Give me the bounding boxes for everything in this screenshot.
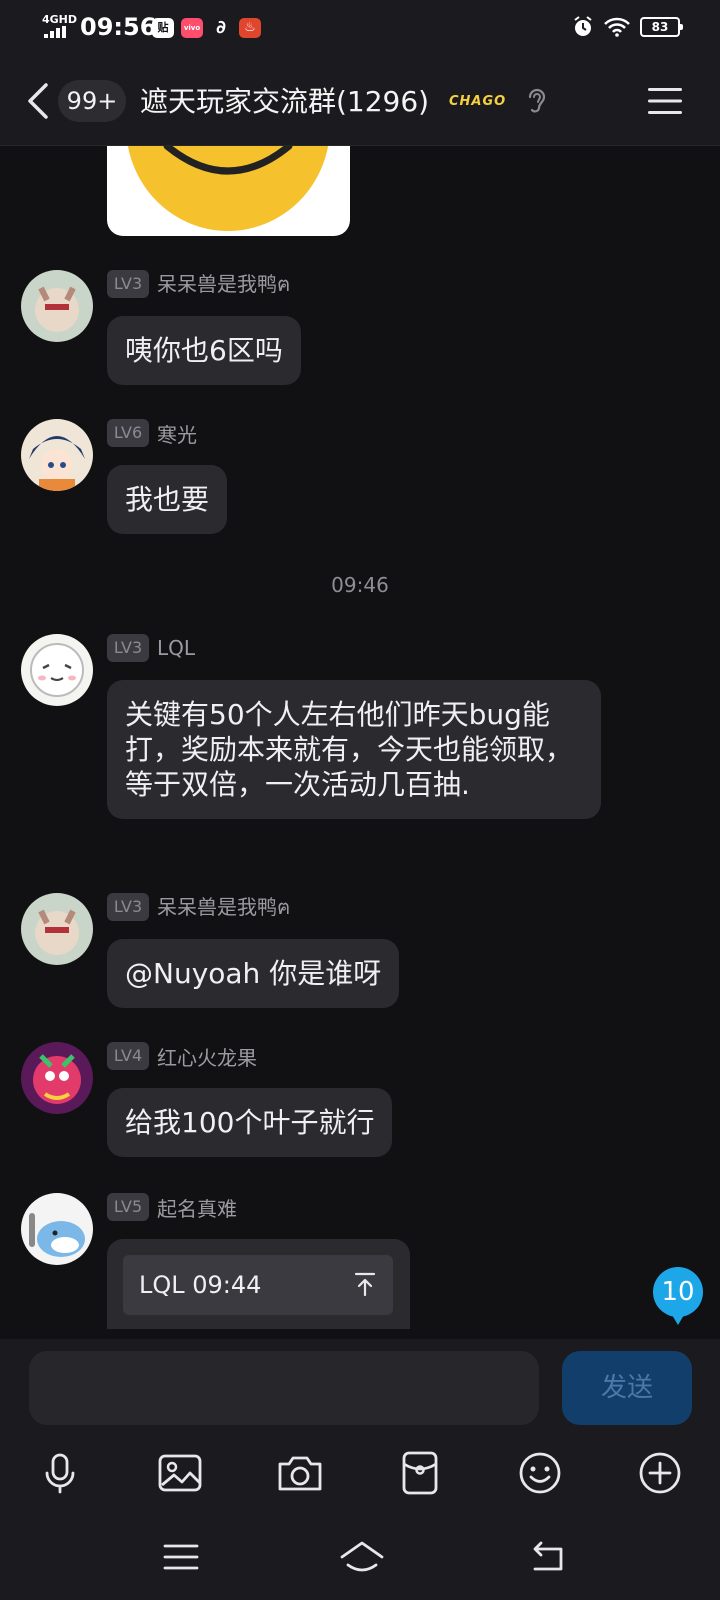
avatar[interactable] xyxy=(21,270,93,342)
status-bar: 4GHD 09:56 贴 vivo ∂ ♨ 83 xyxy=(0,0,720,56)
message-input[interactable] xyxy=(29,1351,539,1425)
input-panel: 发送 xyxy=(0,1339,720,1600)
avatar[interactable] xyxy=(21,1042,93,1114)
camera-icon[interactable] xyxy=(274,1447,326,1499)
sender-name[interactable]: 寒光 xyxy=(157,419,197,448)
new-messages-badge[interactable]: 10 xyxy=(653,1267,703,1325)
level-badge: LV3 xyxy=(107,634,149,662)
ear-icon[interactable] xyxy=(526,86,548,116)
quote-sender-time: LQL 09:44 xyxy=(139,1271,262,1299)
message-bubble[interactable]: 我也要 xyxy=(107,465,228,534)
add-more-icon[interactable] xyxy=(634,1447,686,1499)
sender-name[interactable]: 呆呆兽是我鸭ฅ xyxy=(157,891,290,923)
avatar[interactable] xyxy=(21,1193,93,1265)
message-bubble[interactable]: 给我100个叶子就行 xyxy=(107,1088,393,1157)
group-badge: CHAGO xyxy=(449,94,507,109)
microphone-icon[interactable] xyxy=(34,1447,86,1499)
back-button[interactable] xyxy=(24,81,52,121)
time-separator: 09:46 xyxy=(331,573,389,597)
sender-name[interactable]: 起名真难 xyxy=(157,1193,237,1222)
sender-name[interactable]: 红心火龙果 xyxy=(157,1042,257,1071)
quoted-message[interactable]: LQL 09:44 xyxy=(123,1255,393,1315)
wifi-icon xyxy=(604,17,630,37)
chat-header: 99+ 遮天玩家交流群(1296) CHAGO xyxy=(0,56,720,146)
sticker-image[interactable] xyxy=(107,146,350,236)
status-time: 09:56 xyxy=(80,13,157,41)
avatar[interactable] xyxy=(21,419,93,491)
menu-button[interactable] xyxy=(648,86,682,116)
smiley-sticker-icon xyxy=(127,146,329,231)
sender-name[interactable]: 呆呆兽是我鸭ฅ xyxy=(157,268,290,300)
game-app-icon: ♨ xyxy=(239,18,261,38)
red-packet-icon[interactable] xyxy=(394,1447,446,1499)
chat-message-list[interactable]: LV3 呆呆兽是我鸭ฅ 咦你也6区吗 LV6 寒光 我也要 09:46 LV3 … xyxy=(0,146,720,1339)
signal-icon xyxy=(44,26,66,38)
emoji-icon[interactable] xyxy=(514,1447,566,1499)
image-icon[interactable] xyxy=(154,1447,206,1499)
level-badge: LV5 xyxy=(107,1193,149,1221)
avatar[interactable] xyxy=(21,634,93,706)
scroll-to-top-icon[interactable] xyxy=(353,1271,377,1297)
sender-name[interactable]: LQL xyxy=(157,636,195,660)
level-badge: LV4 xyxy=(107,1042,149,1070)
tieba-app-icon: 贴 xyxy=(152,18,174,38)
app-swirl-icon: ∂ xyxy=(216,17,226,38)
level-badge: LV6 xyxy=(107,419,149,447)
message-bubble[interactable]: 关键有50个人左右他们昨天bug能打，奖励本来就有，今天也能领取，等于双倍，一次… xyxy=(107,680,601,819)
nav-home-icon[interactable] xyxy=(338,1537,386,1577)
level-badge: LV3 xyxy=(107,270,149,298)
send-button[interactable]: 发送 xyxy=(562,1351,692,1425)
unread-count-badge[interactable]: 99+ xyxy=(58,80,126,122)
nav-menu-icon[interactable] xyxy=(159,1537,203,1577)
network-indicator: 4GHD xyxy=(42,13,78,26)
message-bubble[interactable]: @Nuyoah 你是谁呀 xyxy=(107,939,400,1008)
group-title[interactable]: 遮天玩家交流群(1296) xyxy=(140,82,429,122)
quote-message-card[interactable]: LQL 09:44 xyxy=(107,1239,410,1329)
message-bubble[interactable]: 咦你也6区吗 xyxy=(107,316,301,385)
level-badge: LV3 xyxy=(107,893,149,921)
avatar[interactable] xyxy=(21,893,93,965)
nav-back-icon[interactable] xyxy=(527,1537,571,1577)
alarm-icon xyxy=(574,16,592,36)
vivo-app-icon: vivo xyxy=(181,18,203,38)
battery-indicator: 83 xyxy=(640,17,683,37)
